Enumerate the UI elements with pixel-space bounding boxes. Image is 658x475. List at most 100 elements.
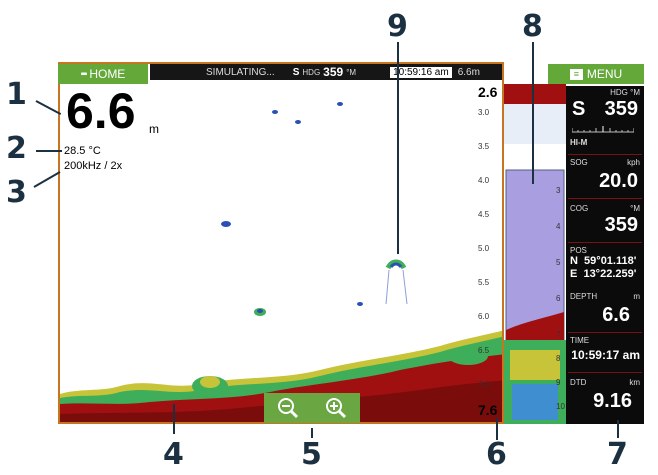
scale-tick: 3.5 — [478, 142, 490, 151]
zoom-scale-tick: 3 — [556, 186, 561, 195]
heading-prefix: S — [292, 66, 300, 78]
status-text: SIMULATING... — [206, 66, 275, 78]
hdg-dir: S — [572, 98, 586, 120]
depth-value-bar: 6.6 — [602, 304, 630, 326]
depth-label: DEPTH — [570, 292, 598, 301]
separator — [568, 332, 642, 333]
heading-tape — [572, 126, 634, 133]
callout-line-2 — [36, 150, 62, 152]
hdg-label: HDG — [610, 88, 628, 97]
dtd-value: 9.16 — [593, 390, 632, 412]
zoom-scale-tick: 5 — [556, 258, 561, 267]
callout-4: 4 — [163, 437, 184, 472]
fish-arch-tail — [402, 269, 408, 305]
zoom-controls — [264, 393, 360, 423]
pos-lat: N 59°01.118' — [570, 255, 637, 267]
hi-label: HI-M — [570, 138, 588, 147]
scale-tick: 7.0 — [478, 380, 490, 389]
hdg-unit: HDG °M — [610, 88, 640, 97]
status-time: 10:59:16 am — [390, 66, 452, 78]
fish-mark — [257, 309, 263, 313]
heading-value: 359 — [323, 65, 344, 79]
heading-unit: °M — [346, 67, 357, 77]
time-value: 10:59:17 am — [571, 348, 640, 362]
sog-unit: kph — [627, 158, 640, 167]
depth-unit-bar: m — [633, 292, 640, 301]
cog-value: 359 — [604, 214, 638, 236]
fish-mark — [295, 120, 301, 124]
separator — [568, 372, 642, 373]
cog-label: COG — [570, 204, 589, 213]
separator — [568, 198, 642, 199]
depth-readout: 6.6 — [66, 83, 136, 139]
callout-line-9 — [397, 42, 399, 254]
callout-5: 5 — [301, 437, 322, 472]
sog-label: SOG — [570, 158, 588, 167]
zoom-out-icon — [278, 398, 299, 419]
heading-readout: S HDG 359 °M — [293, 65, 356, 79]
separator — [568, 242, 642, 243]
zoom-in-icon — [326, 398, 347, 419]
depth-unit: m — [149, 122, 159, 136]
dtd-label: DTD — [570, 378, 587, 387]
status-depth: 6.6m — [457, 66, 480, 78]
home-button[interactable]: ▪▪▪ HOME — [58, 64, 148, 84]
fish-arch-core — [389, 262, 403, 268]
zoom-scale-tick: 9 — [556, 378, 561, 387]
fish-mark — [357, 302, 363, 306]
depth-scale: 2.6 3.0 3.5 4.0 4.5 5.0 5.5 6.0 6.5 7.0 … — [476, 84, 504, 424]
scale-tick: 5.0 — [478, 244, 490, 253]
zoom-scale-tick: 10 — [556, 402, 565, 411]
grid-icon: ▪▪▪ — [80, 68, 87, 80]
callout-1: 1 — [6, 77, 27, 112]
zoom-scale-tick: 6 — [556, 294, 561, 303]
fish-mark — [337, 102, 343, 106]
cog-unit: °M — [630, 204, 640, 213]
zoom-scale-tick: 8 — [556, 354, 561, 363]
time-label: TIME — [570, 336, 590, 345]
dtd-unit: km — [629, 378, 640, 387]
separator — [568, 154, 642, 155]
range-top: 2.6 — [478, 84, 498, 100]
zoom-scale: 3 4 5 6 7 8 9 10 — [556, 100, 566, 420]
menu-button[interactable]: ≡ MENU — [548, 64, 644, 84]
scale-tick: 3.0 — [478, 108, 490, 117]
sog-value: 20.0 — [599, 170, 638, 192]
status-bar: SIMULATING... S HDG 359 °M 10:59:16 am 6… — [150, 64, 502, 80]
heading-label: HDG — [302, 67, 321, 77]
home-label: HOME — [89, 67, 126, 81]
menu-icon: ≡ — [569, 68, 583, 80]
frequency-zoom: 200kHz / 2x — [64, 160, 123, 172]
scale-tick: 5.5 — [478, 278, 490, 287]
fish-mark — [221, 221, 231, 227]
fish-mark — [272, 110, 278, 114]
range-bottom: 7.6 — [478, 402, 498, 418]
data-bar[interactable]: HDG °M S 359 HI-M SOG kph 20.0 COG °M 35… — [566, 86, 644, 424]
fish-arch-tail — [385, 269, 390, 305]
callout-line-7 — [617, 420, 619, 438]
callout-2: 2 — [6, 131, 27, 166]
callout-line-3 — [33, 171, 61, 188]
zoom-column-lower-yellow — [510, 350, 560, 380]
scale-tick: 6.0 — [478, 312, 490, 321]
zoom-column-lower-blue — [512, 384, 558, 420]
scale-tick: 4.0 — [478, 176, 490, 185]
callout-7: 7 — [607, 437, 628, 472]
callout-9: 9 — [387, 9, 408, 44]
callout-6: 6 — [486, 437, 507, 472]
hdg-value: 359 — [604, 98, 638, 120]
menu-label: MENU — [586, 67, 623, 81]
pos-lon: E 13°22.259' — [570, 268, 637, 280]
zoom-scale-tick: 4 — [556, 222, 561, 231]
scale-tick: 6.5 — [478, 346, 490, 355]
zoom-scale-tick: 7 — [556, 330, 561, 339]
callout-line-8 — [532, 42, 534, 184]
callout-3: 3 — [6, 175, 27, 210]
zoom-out-button[interactable] — [276, 396, 300, 420]
callout-line-4 — [173, 404, 175, 434]
pos-label: POS — [570, 246, 587, 255]
water-temperature: 28.5 °C — [64, 145, 101, 157]
scale-tick: 4.5 — [478, 210, 490, 219]
bottom-bump-2 — [200, 376, 220, 388]
zoom-in-button[interactable] — [324, 396, 348, 420]
